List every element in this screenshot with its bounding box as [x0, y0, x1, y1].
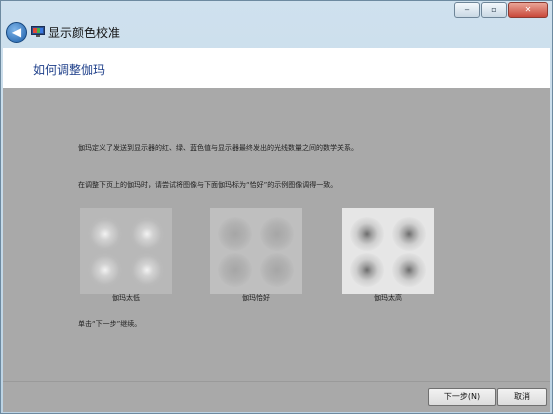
content-area: 如何调整伽玛 伽玛定义了发送到显示器的红、绿、蓝色值与显示器最终发出的光线数量之…: [3, 48, 550, 381]
sample-gamma-just-right: [210, 208, 302, 294]
gamma-dot: [130, 253, 164, 287]
gamma-dot: [88, 253, 122, 287]
back-arrow-icon[interactable]: ◀: [6, 22, 27, 43]
maximize-button[interactable]: ▫: [481, 2, 507, 18]
continue-hint: 单击“下一步”继续。: [78, 320, 142, 328]
gamma-dot: [350, 217, 384, 251]
window-title: 显示颜色校准: [48, 26, 121, 40]
sample-label-too-low: 伽玛太低: [112, 294, 140, 302]
gamma-dot: [392, 217, 426, 251]
sample-gamma-too-low: [80, 208, 172, 294]
cancel-button[interactable]: 取消: [497, 388, 547, 406]
minimize-button[interactable]: ‒: [454, 2, 480, 18]
calibration-window: ‒ ▫ ✕ ◀ 显示颜色校准 如何调整伽玛 伽玛定义了发送到显示器的红、绿、蓝色…: [0, 0, 553, 414]
header-band: 如何调整伽玛: [3, 48, 550, 88]
gamma-dot: [392, 253, 426, 287]
window-controls: ‒ ▫ ✕: [454, 2, 548, 18]
gamma-dot: [350, 253, 384, 287]
gamma-dot: [218, 253, 252, 287]
display-calibration-icon: [31, 26, 45, 37]
page-heading: 如何调整伽玛: [33, 63, 106, 77]
next-button[interactable]: 下一步(N): [428, 388, 496, 406]
sample-gamma-too-high: [342, 208, 434, 294]
gamma-instruction: 在调整下页上的伽玛时，请尝试将图像与下面伽玛标为“恰好”的示例图像调得一致。: [78, 181, 338, 189]
gamma-dot: [218, 217, 252, 251]
gamma-dot: [88, 217, 122, 251]
gamma-dot: [130, 217, 164, 251]
gamma-dot: [260, 253, 294, 287]
sample-label-too-high: 伽玛太高: [374, 294, 402, 302]
gamma-dot: [260, 217, 294, 251]
button-bar: 下一步(N) 取消: [3, 381, 550, 412]
title-bar: ◀ 显示颜色校准: [2, 20, 551, 46]
gamma-description: 伽玛定义了发送到显示器的红、绿、蓝色值与显示器最终发出的光线数量之间的数学关系。: [78, 144, 358, 152]
sample-label-just-right: 伽玛恰好: [242, 294, 270, 302]
close-button[interactable]: ✕: [508, 2, 548, 18]
